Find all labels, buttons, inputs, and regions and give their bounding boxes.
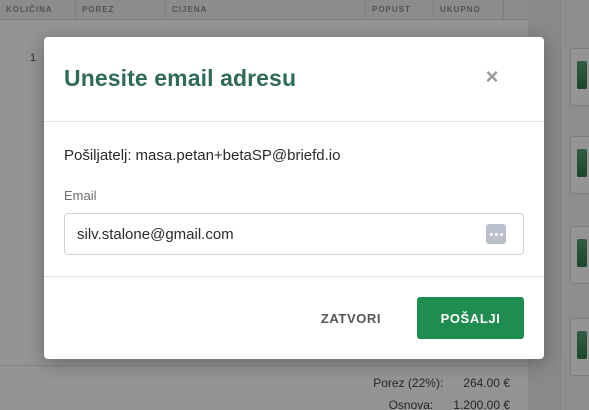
password-manager-icon[interactable] bbox=[486, 224, 506, 244]
sender-email: masa.petan+betaSP@briefd.io bbox=[135, 147, 341, 164]
email-input[interactable] bbox=[64, 213, 524, 255]
email-field-label: Email bbox=[64, 188, 97, 203]
email-dialog: Unesite email adresu × Pošiljatelj: masa.… bbox=[44, 37, 544, 359]
send-button[interactable]: POŠALJI bbox=[417, 297, 524, 339]
sender-line: Pošiljatelj: masa.petan+betaSP@briefd.io bbox=[64, 147, 340, 164]
close-icon[interactable]: × bbox=[482, 66, 502, 88]
close-button[interactable]: ZATVORI bbox=[306, 297, 396, 339]
dialog-title: Unesite email adresu bbox=[64, 65, 297, 91]
sender-label: Pošiljatelj: bbox=[64, 147, 132, 164]
dialog-header: Unesite email adresu × bbox=[44, 37, 544, 122]
dialog-footer: ZATVORI POŠALJI bbox=[44, 276, 544, 359]
